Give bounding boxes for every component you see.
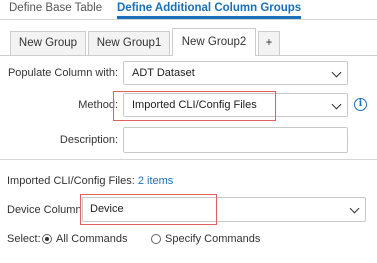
specify-commands-radio[interactable] [151,234,161,244]
add-group-button[interactable]: + [258,31,280,55]
chevron-down-icon [349,203,360,214]
method-select[interactable]: Imported CLI/Config Files [123,93,348,117]
tab-define-base-table[interactable]: Define Base Table [9,0,102,20]
group-tab-label: New Group2 [181,36,247,48]
info-circle-icon[interactable]: i [354,98,367,111]
select-label: Select: [7,233,41,245]
section-divider [0,159,377,160]
chevron-down-icon [331,99,342,110]
all-commands-radio[interactable] [42,234,52,244]
group-tab-new-group[interactable]: New Group [10,31,86,55]
group-tab-label: New Group [18,37,78,49]
method-value: Imported CLI/Config Files [132,99,257,111]
description-input[interactable] [123,127,348,153]
tab-define-additional-column-groups[interactable]: Define Additional Column Groups [117,0,302,20]
chevron-down-icon [331,67,342,78]
device-column-value: Device [90,203,124,215]
group-tab-new-group1[interactable]: New Group1 [88,31,170,55]
imported-files-count-link[interactable]: 2 items [138,175,173,187]
imported-files-label: Imported CLI/Config Files: [7,175,135,187]
populate-column-select[interactable]: ADT Dataset [123,61,348,85]
tab-define-additional-column-groups-label: Define Additional Column Groups [117,2,302,14]
top-tabs-divider [0,19,377,20]
device-column-label: Device Column: [7,204,85,216]
device-column-select[interactable]: Device [82,197,366,222]
description-label: Description: [59,134,118,146]
populate-column-value: ADT Dataset [132,67,195,79]
all-commands-label[interactable]: All Commands [56,229,128,249]
populate-column-label: Populate Column with: [7,67,118,79]
specify-commands-label[interactable]: Specify Commands [165,229,260,249]
tab-define-base-table-label: Define Base Table [9,2,103,14]
plus-icon: + [265,37,273,49]
group-tab-new-group2[interactable]: New Group2 [172,28,256,56]
group-tab-label: New Group1 [96,37,162,49]
method-label: Method: [78,99,118,111]
imported-files-row: Imported CLI/Config Files: 2 items [7,171,173,191]
